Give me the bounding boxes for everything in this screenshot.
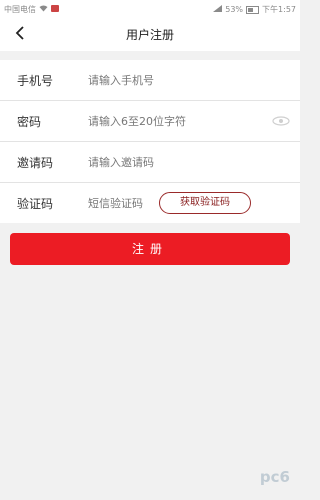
password-label: 密码: [17, 114, 42, 129]
carrier-label: 中国电信: [4, 5, 36, 14]
app-header: 用户注册: [0, 17, 300, 51]
battery-percent: 53%: [225, 5, 244, 14]
page-title: 用户注册: [125, 28, 174, 42]
invite-input[interactable]: [88, 155, 238, 169]
phone-row: 手机号: [0, 60, 300, 101]
password-row: 密码: [0, 101, 300, 142]
status-left: 中国电信: [4, 4, 59, 15]
watermark: pc6: [259, 468, 290, 486]
notification-icon: [51, 5, 59, 14]
status-time: 下午1:57: [262, 5, 296, 14]
phone-label: 手机号: [17, 73, 54, 88]
verify-row: 验证码 获取验证码: [0, 183, 300, 223]
invite-row: 邀请码: [0, 142, 300, 183]
phone-input[interactable]: [88, 73, 238, 87]
wifi-icon: [39, 5, 48, 14]
signal-icon: [213, 5, 223, 14]
get-code-button[interactable]: 获取验证码: [159, 192, 251, 214]
invite-label: 邀请码: [17, 155, 54, 170]
eye-icon[interactable]: [272, 116, 290, 126]
verify-code-input[interactable]: [88, 196, 156, 210]
status-bar: 中国电信 53% 下午1:57: [0, 0, 300, 17]
password-input[interactable]: [88, 114, 238, 128]
register-form: 手机号 密码 邀请码 验证码 获取验证码: [0, 60, 300, 223]
status-right: 53% 下午1:57: [213, 4, 296, 15]
verify-label: 验证码: [17, 196, 54, 211]
battery-icon: [246, 5, 260, 14]
register-button[interactable]: 注册: [10, 233, 290, 265]
